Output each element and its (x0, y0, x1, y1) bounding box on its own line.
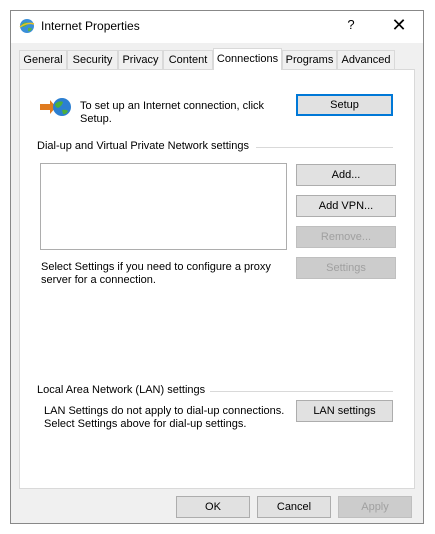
tab-general[interactable]: General (19, 50, 67, 69)
ok-button[interactable]: OK (176, 496, 250, 518)
settings-button[interactable]: Settings (296, 257, 396, 279)
internet-properties-dialog: Internet Properties ? ✕ General Security… (10, 10, 424, 524)
tab-programs[interactable]: Programs (282, 50, 337, 69)
lan-description: LAN Settings do not apply to dial-up con… (44, 405, 285, 430)
tab-content[interactable]: Content (163, 50, 213, 69)
group-divider (210, 391, 393, 392)
tab-advanced[interactable]: Advanced (337, 50, 395, 69)
close-button[interactable]: ✕ (387, 14, 411, 36)
dialup-vpn-group-label: Dial-up and Virtual Private Network sett… (37, 140, 249, 152)
cancel-button[interactable]: Cancel (257, 496, 331, 518)
connections-list[interactable] (40, 163, 287, 250)
setup-button[interactable]: Setup (296, 94, 393, 116)
window-title: Internet Properties (41, 19, 140, 33)
tab-connections[interactable]: Connections (213, 48, 282, 70)
internet-globe-icon (19, 18, 35, 34)
group-divider (256, 147, 393, 148)
apply-button[interactable]: Apply (338, 496, 412, 518)
internet-connection-wizard-icon (38, 94, 72, 120)
add-button[interactable]: Add... (296, 164, 396, 186)
lan-group-label: Local Area Network (LAN) settings (37, 384, 206, 396)
lan-settings-button[interactable]: LAN settings (296, 400, 393, 422)
tab-privacy[interactable]: Privacy (118, 50, 163, 69)
help-button[interactable]: ? (341, 17, 361, 32)
connections-panel: To set up an Internet connection, click … (19, 69, 415, 489)
tab-security[interactable]: Security (67, 50, 118, 69)
proxy-description: Select Settings if you need to configure… (41, 261, 271, 286)
setup-description: To set up an Internet connection, click … (80, 100, 265, 125)
add-vpn-button[interactable]: Add VPN... (296, 195, 396, 217)
remove-button[interactable]: Remove... (296, 226, 396, 248)
title-bar: Internet Properties ? ✕ (11, 11, 423, 43)
